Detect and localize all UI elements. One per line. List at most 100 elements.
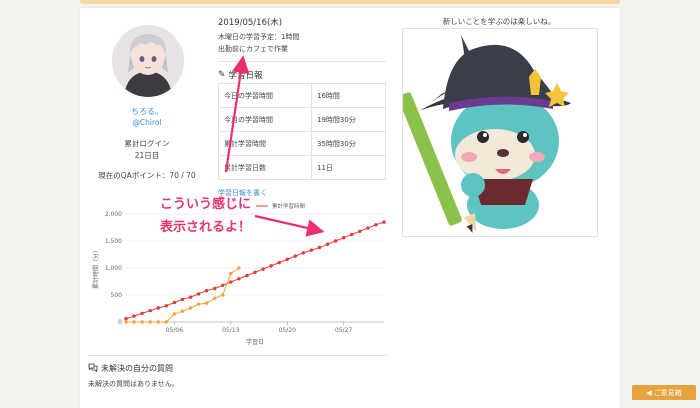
data-point	[172, 312, 177, 316]
questions-title-text: 未解決の自分の質問	[101, 364, 173, 373]
legend-label: 累計学習時間	[272, 202, 306, 210]
data-point	[221, 293, 225, 297]
data-point	[341, 236, 346, 240]
stat-value: 19時間30分	[311, 107, 386, 132]
data-point	[277, 260, 281, 265]
user-handle-link[interactable]: @Chirol	[90, 118, 204, 127]
data-point	[374, 223, 378, 227]
y-tick-label: 1,000	[105, 265, 122, 272]
data-point	[148, 320, 152, 324]
login-count-value: 21日目	[134, 151, 160, 160]
data-point	[325, 242, 330, 246]
data-point	[293, 254, 298, 258]
stat-value: 16時間	[311, 83, 386, 108]
study-plan: 木曜日の学習予定：1時間	[218, 33, 300, 41]
data-point	[204, 288, 209, 293]
data-point	[269, 264, 273, 268]
data-point	[172, 300, 177, 305]
data-point	[124, 317, 128, 321]
data-point	[148, 308, 152, 313]
data-point	[124, 320, 128, 324]
data-point	[317, 245, 322, 250]
study-note: 出勤前にカフェで作業	[218, 45, 288, 53]
data-point	[156, 306, 160, 310]
stat-label: 今月の学習時間	[218, 107, 312, 132]
y-tick-label: 500	[111, 292, 123, 299]
data-point	[156, 320, 160, 324]
data-point	[358, 229, 362, 233]
data-point	[229, 280, 233, 284]
questions-heading: 未解決の自分の質問	[88, 363, 173, 374]
data-point	[301, 251, 306, 255]
data-point	[253, 270, 257, 275]
data-point	[188, 306, 193, 310]
data-point	[382, 220, 386, 224]
data-point	[188, 295, 193, 299]
report-title-text: 学習日報	[228, 71, 263, 81]
data-point	[140, 311, 144, 316]
otter-wizard-mascot	[398, 35, 571, 233]
login-count-label: 累計ログイン	[124, 139, 170, 148]
avatar-illustration	[112, 25, 184, 97]
y-tick-label: 0	[118, 319, 122, 326]
data-point	[261, 267, 265, 271]
speech-bubbles-icon	[88, 363, 98, 374]
data-point	[245, 273, 249, 278]
divider	[218, 61, 386, 62]
stat-label: 今日の学習時間	[218, 83, 312, 108]
data-point	[285, 257, 289, 262]
pencil-icon: ✎	[218, 70, 226, 80]
data-point	[164, 320, 169, 324]
callout-line-1: こういう感じに	[160, 197, 252, 212]
data-point	[132, 320, 136, 324]
user-name-link[interactable]: ちろる。	[90, 106, 204, 117]
data-point	[366, 226, 370, 230]
data-point	[196, 292, 201, 296]
data-point	[237, 266, 241, 270]
data-point	[196, 302, 201, 306]
data-point	[212, 296, 217, 300]
stat-value: 11日	[311, 155, 386, 180]
data-point	[164, 304, 169, 308]
x-tick-label: 05/06	[166, 327, 183, 334]
study-date: 2019/05/16(木)	[218, 18, 283, 28]
questions-empty-text: 未解決の質問はありません。	[88, 380, 179, 388]
x-tick-label: 05/20	[279, 327, 296, 334]
mascot-box	[398, 28, 598, 237]
y-axis-label: 累計時間（分）	[92, 247, 100, 289]
x-axis-label: 学習日	[246, 338, 264, 346]
send-icon: ◀	[646, 388, 652, 397]
data-point	[180, 309, 185, 313]
data-point	[140, 320, 144, 324]
table-row: 今日の学習時間 16時間	[218, 83, 386, 108]
top-accent-bar	[80, 0, 620, 4]
avatar[interactable]	[112, 25, 184, 97]
callout-line-2: 表示されるよ！	[160, 220, 252, 235]
stat-value: 35時間30分	[311, 131, 386, 156]
feedback-label: ご意見箱	[653, 388, 682, 397]
data-point	[132, 314, 136, 318]
table-row: 今月の学習時間 19時間30分	[218, 107, 386, 132]
data-point	[309, 248, 314, 252]
annotation-callout: こういう感じに 表示されるよ！	[160, 193, 251, 239]
feedback-button[interactable]: ◀ ご意見箱	[632, 385, 696, 400]
data-point	[350, 232, 354, 237]
data-point	[180, 297, 185, 302]
data-point	[229, 271, 233, 276]
qa-points: 現在のQAポイント：70 / 70	[98, 171, 196, 180]
x-tick-label: 05/13	[222, 327, 239, 334]
y-tick-label: 1,500	[105, 238, 122, 245]
table-row: 累計学習時間 35時間30分	[218, 131, 386, 156]
stat-label: 累計学習時間	[218, 131, 312, 156]
stat-label: 累計学習日数	[218, 155, 312, 180]
data-point	[204, 301, 209, 305]
table-row: 累計学習日数 11日	[218, 155, 386, 180]
x-tick-label: 05/27	[335, 327, 352, 334]
motto-text: 新しいことを学ぶのは楽しいね。	[442, 17, 556, 26]
y-tick-label: 2,000	[105, 211, 122, 218]
study-stats-table: 今日の学習時間 16時間 今月の学習時間 19時間30分 累計学習時間 35時間…	[218, 83, 386, 180]
data-point	[212, 286, 217, 291]
data-point	[333, 239, 338, 243]
report-heading: ✎ 学習日報	[218, 69, 263, 81]
divider	[88, 355, 388, 356]
